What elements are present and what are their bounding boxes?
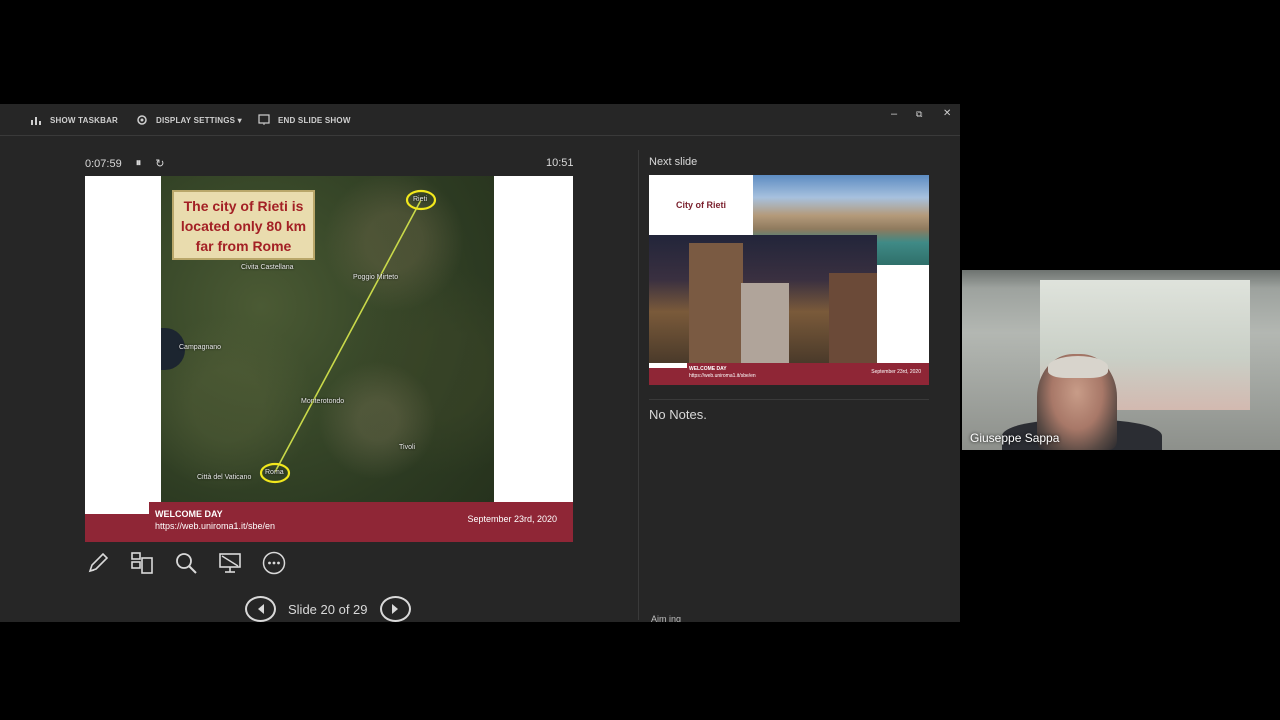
map-label-vaticano: Città del Vaticano	[197, 474, 252, 481]
next-slide-button[interactable]	[379, 596, 411, 622]
end-slide-show-button[interactable]: END SLIDE SHOW	[258, 114, 351, 126]
close-button[interactable]: ✕	[943, 108, 951, 119]
footer-title: WELCOME DAY	[155, 509, 223, 519]
pane-divider[interactable]	[638, 150, 639, 620]
footer-white-tab	[85, 502, 149, 514]
more-icon	[262, 551, 286, 575]
palace-building	[741, 283, 789, 363]
current-clock: 10:51	[546, 157, 574, 169]
pen-icon	[88, 552, 109, 573]
side-building	[829, 273, 877, 363]
zoom-icon	[176, 553, 197, 574]
slide-navigation: Slide 20 of 29	[245, 596, 411, 622]
next-slide-title: City of Rieti	[649, 175, 753, 235]
previous-slide-button[interactable]	[245, 596, 276, 622]
pause-timer-icon[interactable]: ⏸	[136, 157, 142, 170]
pen-tool-button[interactable]	[85, 550, 111, 576]
next-footer-url: https://web.uniroma1.it/sbe/en	[689, 373, 756, 379]
display-settings-button[interactable]: DISPLAY SETTINGS ▾	[136, 114, 242, 126]
end-show-icon	[258, 114, 270, 125]
map-label-civita: Civita Castellana	[241, 264, 294, 271]
footer-url: https://web.uniroma1.it/sbe/en	[155, 521, 276, 531]
next-slide-white-block	[877, 265, 929, 363]
previous-arrow-icon	[257, 604, 264, 614]
next-footer-tab	[649, 363, 687, 368]
speaker-notes[interactable]: No Notes.	[649, 407, 707, 422]
next-slide-footer: WELCOME DAY https://web.uniroma1.it/sbe/…	[649, 363, 929, 385]
display-settings-icon	[137, 115, 147, 125]
next-slide-label: Next slide	[649, 156, 698, 168]
more-options-button[interactable]	[261, 550, 287, 576]
next-footer-title: WELCOME DAY	[689, 366, 727, 372]
black-screen-button[interactable]	[217, 550, 243, 576]
map-label-poggio: Poggio Mirteto	[353, 274, 399, 281]
elapsed-time: 0:07:59	[85, 157, 122, 170]
minimize-button[interactable]: –	[891, 108, 897, 120]
presenter-toolbar: SHOW TASKBAR DISPLAY SETTINGS ▾ END SLID…	[0, 104, 960, 136]
notes-separator	[649, 399, 929, 400]
slide-footer: WELCOME DAY https://web.uniroma1.it/sbe/…	[85, 502, 573, 542]
presenter-view: SHOW TASKBAR DISPLAY SETTINGS ▾ END SLID…	[0, 104, 960, 622]
next-footer-date: September 23rd, 2020	[871, 369, 921, 375]
footer-date: September 23rd, 2020	[467, 514, 557, 524]
map-label-roma: Roma	[265, 469, 284, 476]
map-label-monterotondo: Monterotondo	[301, 398, 345, 405]
map-label-rieti: Rieti	[413, 196, 428, 203]
meeting-stage: SHOW TASKBAR DISPLAY SETTINGS ▾ END SLID…	[0, 0, 1280, 720]
slides-grid-icon	[131, 552, 153, 574]
taskbar-icon	[31, 117, 41, 125]
next-arrow-icon	[392, 604, 399, 614]
screen-icon	[219, 553, 241, 573]
see-all-slides-button[interactable]	[129, 550, 155, 576]
piazza-night-photo	[649, 235, 877, 363]
next-slide-preview[interactable]: City of Rieti WELCOME DAY https://web.un…	[649, 175, 929, 385]
speaker-hair	[1048, 356, 1108, 378]
zoom-button[interactable]	[173, 550, 199, 576]
presenter-tools	[85, 550, 287, 576]
distance-callout: The city of Rieti is located only 80 km …	[172, 190, 315, 260]
tower-building	[689, 243, 743, 363]
map-label-campagnano: Campagnano	[179, 344, 222, 351]
slide-counter: Slide 20 of 29	[288, 601, 368, 617]
reset-timer-icon[interactable]: ↻	[155, 157, 164, 170]
end-slide-show-label: END SLIDE SHOW	[278, 115, 351, 125]
elapsed-timer: 0:07:59 ⏸ ↻	[85, 157, 164, 170]
notes-cut-heading: Aim ing	[651, 614, 682, 622]
show-taskbar-label: SHOW TASKBAR	[50, 115, 119, 125]
current-slide[interactable]: Civita Castellana Poggio Mirteto Campagn…	[85, 176, 573, 542]
restore-button[interactable]: ⧉	[916, 109, 922, 120]
display-settings-label: DISPLAY SETTINGS ▾	[156, 115, 242, 125]
show-taskbar-button[interactable]: SHOW TASKBAR	[30, 114, 118, 126]
participant-video[interactable]: Giuseppe Sappa	[962, 270, 1280, 450]
participant-name: Giuseppe Sappa	[970, 431, 1060, 445]
satellite-map: Civita Castellana Poggio Mirteto Campagn…	[161, 176, 494, 502]
map-label-tivoli: Tivoli	[399, 444, 416, 451]
